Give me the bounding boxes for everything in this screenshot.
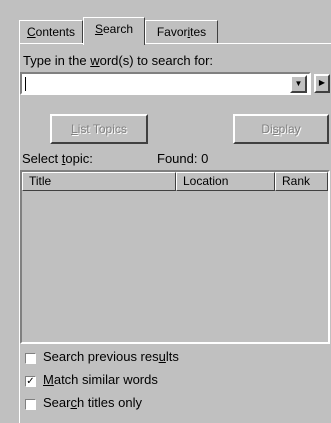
found-count: Found: 0 <box>157 151 209 166</box>
tab-search[interactable]: Search <box>83 17 145 45</box>
search-previous-results-checkbox[interactable] <box>25 353 36 364</box>
search-titles-only-label: Search titles only <box>43 395 143 410</box>
dropdown-arrow-icon: ▼ <box>294 79 303 88</box>
select-topic-label: Select topic: <box>22 151 93 166</box>
tab-search-label: Search <box>94 22 134 36</box>
go-button[interactable]: ▶ <box>314 74 330 93</box>
display-button[interactable]: Display <box>233 114 329 144</box>
search-previous-results-label: Search previous results <box>43 349 179 364</box>
right-arrow-icon: ▶ <box>318 78 326 87</box>
column-header-title[interactable]: Title <box>22 172 176 191</box>
topics-list[interactable]: Title Location Rank <box>20 170 330 344</box>
tab-favorites[interactable]: Favorites <box>145 20 218 44</box>
search-titles-only-checkbox[interactable] <box>25 399 36 410</box>
dropdown-button[interactable]: ▼ <box>290 75 307 93</box>
list-topics-button[interactable]: List Topics <box>50 114 148 144</box>
search-label: Type in the word(s) to search for: <box>23 53 214 68</box>
tab-contents[interactable]: Contents <box>19 20 83 44</box>
search-input[interactable]: ▼ <box>20 72 311 95</box>
tab-contents-label: Contents <box>26 25 76 39</box>
column-header-location[interactable]: Location <box>176 172 275 191</box>
text-caret <box>25 77 26 91</box>
column-header-rank[interactable]: Rank <box>275 172 328 191</box>
tab-favorites-label: Favorites <box>156 25 207 39</box>
check-mark-icon: ✓ <box>26 376 35 387</box>
match-similar-words-checkbox[interactable]: ✓ <box>25 376 36 387</box>
search-pane: { "tabs": [ {"before": "", "mnemonic": "… <box>0 0 331 423</box>
match-similar-words-label: Match similar words <box>43 372 158 387</box>
